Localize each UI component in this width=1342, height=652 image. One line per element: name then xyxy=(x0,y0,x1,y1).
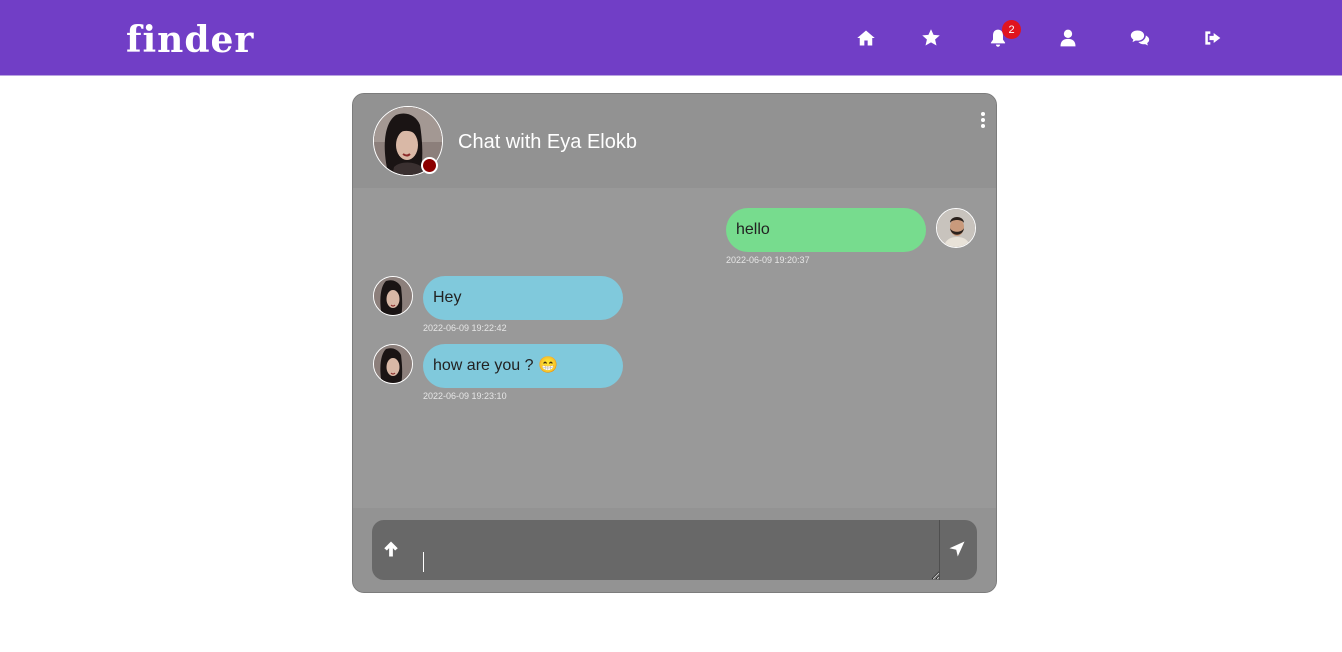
menu-dots-icon[interactable] xyxy=(979,112,987,130)
chat-title: Chat with Eya Elokb xyxy=(458,131,637,153)
text-caret xyxy=(423,552,424,572)
contact-avatar-small xyxy=(373,276,413,316)
chat-header: Chat with Eya Elokb xyxy=(353,94,996,188)
arrow-up-icon[interactable] xyxy=(382,540,402,560)
sign-out-icon[interactable] xyxy=(1200,26,1224,50)
message-timestamp: 2022-06-09 19:20:37 xyxy=(726,255,810,265)
message-input[interactable] xyxy=(418,520,940,580)
comments-icon[interactable] xyxy=(1128,26,1152,50)
paper-plane-icon[interactable] xyxy=(948,540,968,560)
home-icon[interactable] xyxy=(854,26,878,50)
logo[interactable]: finder xyxy=(126,18,254,62)
navbar: finder 2 xyxy=(0,0,1342,76)
message-composer xyxy=(372,520,977,580)
notification-badge: 2 xyxy=(1002,20,1021,39)
chat-panel: Chat with Eya Elokb hello 2022-06-09 19:… xyxy=(352,93,997,593)
message-bubble-outgoing: hello xyxy=(726,208,926,252)
contact-avatar-small xyxy=(373,344,413,384)
user-icon[interactable] xyxy=(1056,26,1080,50)
my-avatar xyxy=(936,208,976,248)
message-bubble-incoming: how are you ? 😁 xyxy=(423,344,623,388)
composer-divider xyxy=(939,520,940,580)
status-dot xyxy=(421,157,438,174)
star-icon[interactable] xyxy=(919,26,943,50)
message-timestamp: 2022-06-09 19:23:10 xyxy=(423,391,507,401)
message-timestamp: 2022-06-09 19:22:42 xyxy=(423,323,507,333)
message-bubble-incoming: Hey xyxy=(423,276,623,320)
